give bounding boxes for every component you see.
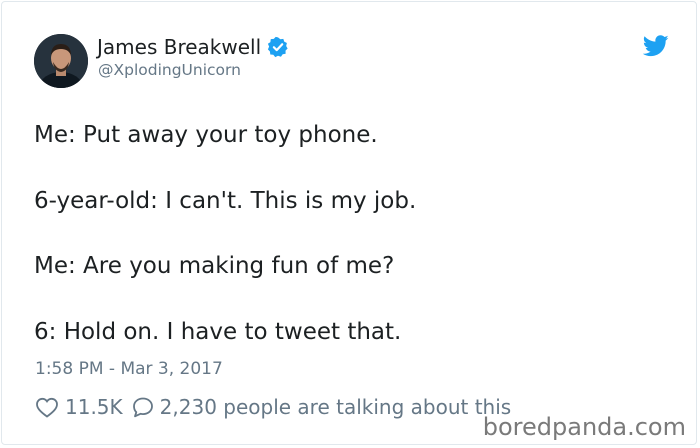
author-handle[interactable]: @XplodingUnicorn: [98, 60, 241, 80]
tweet-line: 6: Hold on. I have to tweet that.: [34, 318, 402, 345]
talking-count: 2,230 people are talking about this: [159, 395, 512, 419]
like-button[interactable]: 11.5K: [35, 394, 131, 420]
tweet-timestamp[interactable]: 1:58 PM - Mar 3, 2017: [35, 357, 223, 381]
engagement-bar: 11.5K 2,230 people are talking about thi…: [35, 394, 511, 420]
tweet-line: Me: Are you making fun of me?: [34, 253, 395, 279]
tweet-line: 6-year-old: I can't. This is my job.: [34, 187, 417, 214]
author-name-row[interactable]: James Breakwell: [97, 35, 289, 59]
avatar[interactable]: [34, 34, 88, 88]
reply-button[interactable]: 2,230 people are talking about this: [131, 394, 512, 420]
tweet-text: Me: Put away your toy phone. 6-year-old:…: [34, 120, 674, 347]
heart-icon: [35, 396, 59, 418]
speech-bubble-icon: [131, 396, 155, 418]
tweet-card: James Breakwell @XplodingUnicorn Me: Put…: [1, 1, 697, 445]
avatar-image: [34, 34, 88, 88]
twitter-bird-icon[interactable]: [642, 35, 669, 57]
watermark: boredpanda.com: [482, 413, 686, 441]
tweet-line: Me: Put away your toy phone.: [34, 122, 378, 148]
verified-badge-icon: [267, 36, 289, 58]
author-display-name[interactable]: James Breakwell: [97, 35, 261, 59]
like-count: 11.5K: [65, 395, 123, 419]
